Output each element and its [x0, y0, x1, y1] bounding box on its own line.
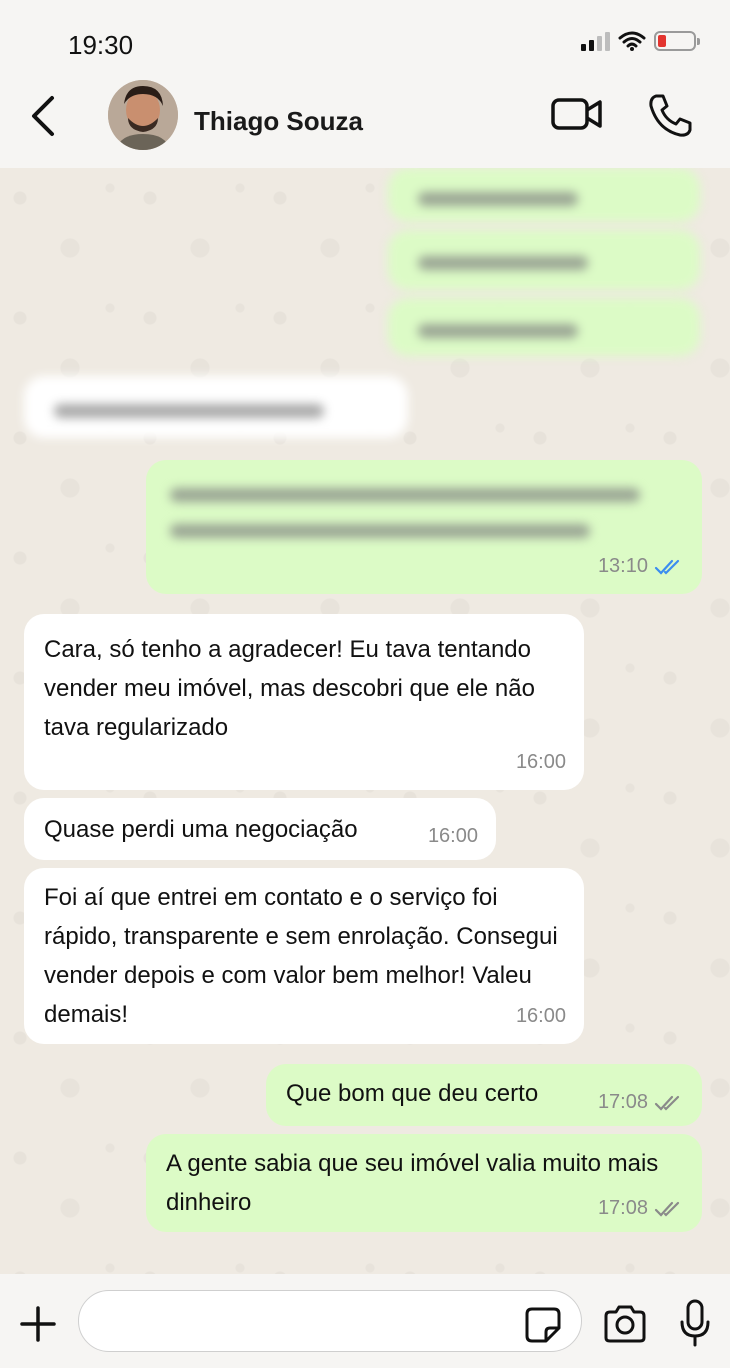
message-time: 17:08: [597, 1091, 648, 1113]
message-meta: 16:00: [516, 997, 566, 1036]
blurred-text: [418, 256, 588, 270]
message-out[interactable]: Que bom que deu certo 17:08: [266, 1064, 702, 1126]
signal-icon: [581, 31, 610, 51]
message-time: 16:00: [515, 751, 566, 773]
input-bar: [0, 1274, 730, 1368]
message-meta: 16:00: [428, 817, 478, 856]
message-in-blurred[interactable]: [24, 376, 408, 438]
message-meta: 17:08: [598, 1083, 684, 1122]
message-in[interactable]: Quase perdi uma negociação 16:00: [24, 798, 496, 860]
blurred-text: [54, 404, 324, 418]
delivered-receipt-icon: [654, 1095, 680, 1111]
blurred-text: [418, 324, 578, 338]
message-out-blurred[interactable]: [388, 298, 700, 356]
message-out[interactable]: A gente sabia que seu imóvel valia muito…: [146, 1134, 702, 1232]
video-camera-icon[interactable]: [550, 94, 604, 134]
message-input[interactable]: [78, 1290, 582, 1352]
delivered-receipt-icon: [654, 1201, 680, 1217]
message-text: Foi aí que entrei em contato e o serviço…: [44, 884, 558, 1028]
blurred-text: [418, 192, 578, 206]
message-time: 16:00: [515, 1005, 566, 1027]
chat-area[interactable]: 13:10 Cara, só tenho a agradecer! Eu tav…: [0, 168, 730, 1274]
avatar[interactable]: [108, 80, 178, 150]
camera-icon[interactable]: [602, 1304, 648, 1344]
status-time: 19:30: [68, 30, 134, 60]
avatar-photo: [108, 80, 178, 150]
status-bar: 19:30: [0, 0, 730, 80]
plus-icon[interactable]: [18, 1304, 58, 1344]
message-text: Cara, só tenho a agradecer! Eu tava tent…: [44, 636, 535, 741]
battery-icon: [654, 31, 700, 51]
status-icons: [581, 30, 700, 52]
blurred-text: [166, 476, 682, 538]
microphone-icon[interactable]: [678, 1298, 712, 1348]
phone-icon[interactable]: [646, 92, 694, 138]
battery-level: [658, 35, 666, 47]
contact-name[interactable]: Thiago Souza: [194, 106, 363, 137]
message-meta: 13:10: [598, 547, 684, 586]
message-out[interactable]: 13:10: [146, 460, 702, 594]
chat-header: Thiago Souza: [0, 80, 730, 168]
message-time: 13:10: [597, 555, 648, 577]
message-out-blurred[interactable]: [388, 168, 700, 222]
message-in[interactable]: Foi aí que entrei em contato e o serviço…: [24, 868, 584, 1044]
message-time: 16:00: [427, 825, 478, 847]
message-out-blurred[interactable]: [388, 230, 700, 290]
read-receipt-icon: [654, 559, 680, 575]
wifi-icon: [618, 31, 646, 51]
message-meta: 16:00: [516, 743, 566, 782]
sticker-icon[interactable]: [524, 1306, 562, 1344]
message-text: Quase perdi uma negociação: [44, 816, 358, 843]
message-time: 17:08: [597, 1197, 648, 1219]
back-chevron-icon[interactable]: [24, 94, 64, 138]
message-in[interactable]: Cara, só tenho a agradecer! Eu tava tent…: [24, 614, 584, 790]
message-meta: 17:08: [598, 1189, 684, 1228]
